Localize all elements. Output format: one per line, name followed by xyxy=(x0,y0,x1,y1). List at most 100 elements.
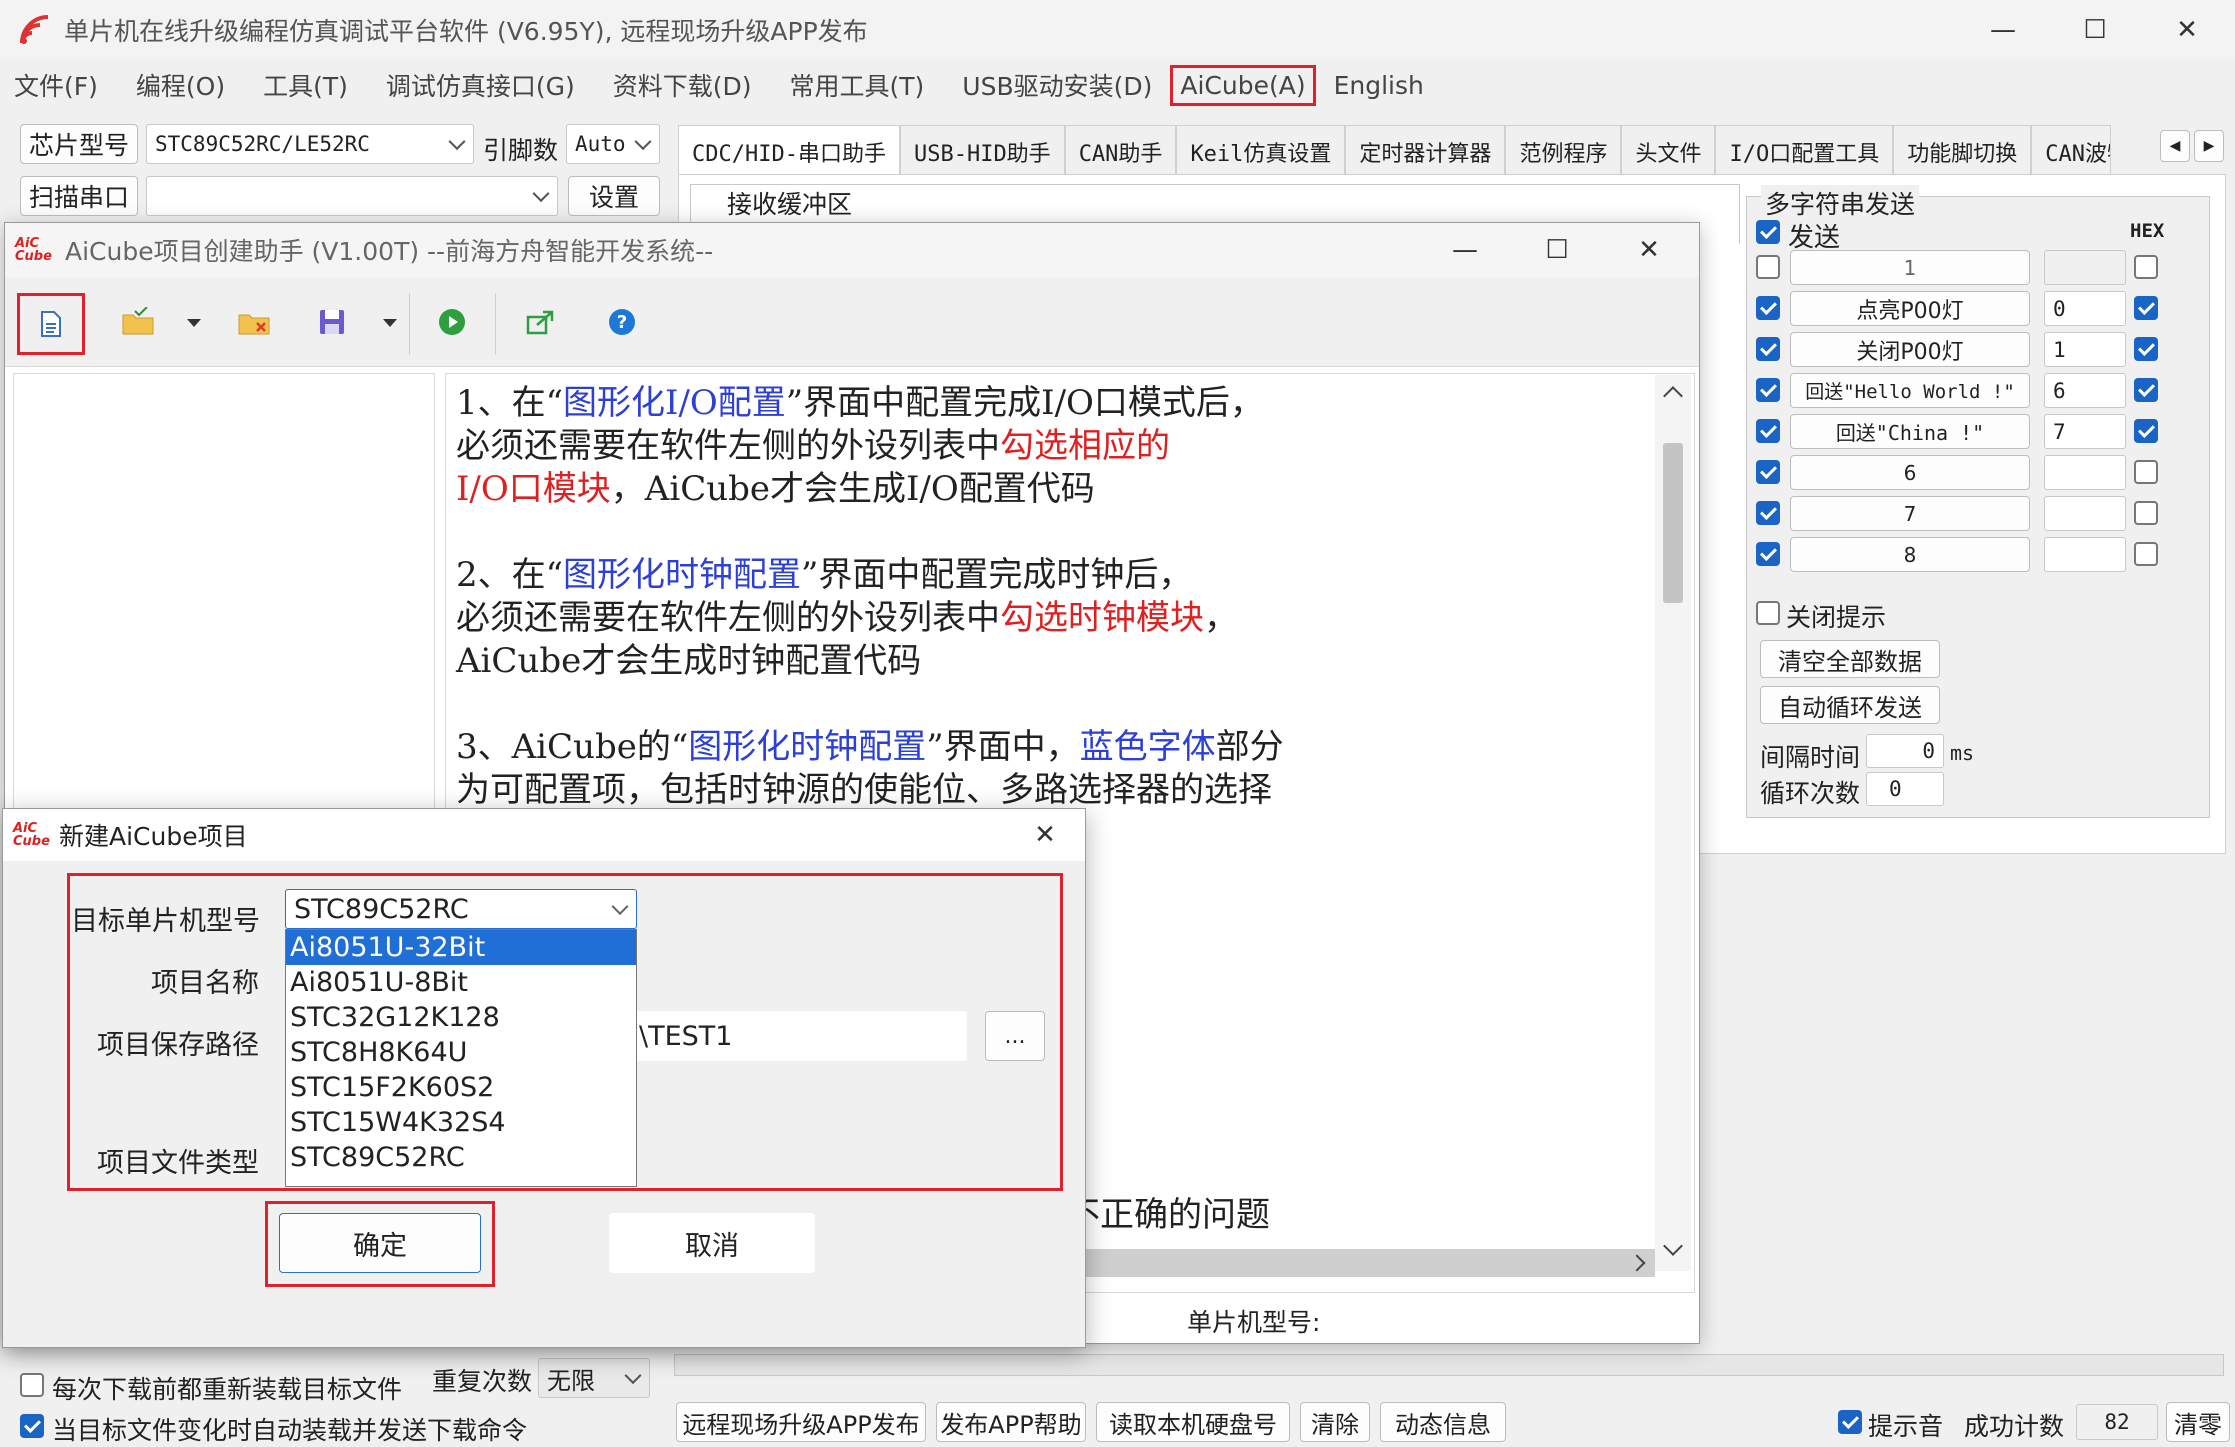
send-row-button[interactable]: 8 xyxy=(1790,537,2030,572)
row-check[interactable] xyxy=(1756,337,1780,361)
scroll-down-icon[interactable] xyxy=(1663,1236,1683,1256)
browse-button[interactable]: ... xyxy=(985,1011,1045,1061)
repeat-count-select[interactable]: 无限 xyxy=(538,1358,650,1398)
chip-select[interactable]: STC89C52RC/LE52RC xyxy=(146,124,474,164)
ok-button[interactable]: 确定 xyxy=(279,1213,481,1273)
row-hex-check[interactable] xyxy=(2134,501,2158,525)
port-select[interactable] xyxy=(146,176,558,216)
row-check[interactable] xyxy=(1756,378,1780,402)
send-row-button[interactable]: 1 xyxy=(1790,250,2030,285)
menu-file[interactable]: 文件(F) xyxy=(0,67,112,103)
send-all-checkbox[interactable] xyxy=(1756,220,1780,244)
new-project-icon[interactable] xyxy=(17,293,85,355)
row-hex-check[interactable] xyxy=(2134,542,2158,566)
row-hex-check[interactable] xyxy=(2134,419,2158,443)
menu-english[interactable]: English xyxy=(1320,71,1438,100)
row-hex-check[interactable] xyxy=(2134,296,2158,320)
row-check[interactable] xyxy=(1756,296,1780,320)
tab-pin-switch[interactable]: 功能脚切换 xyxy=(1893,125,2032,175)
loop-count-input[interactable]: 0 xyxy=(1866,772,1944,806)
settings-button[interactable]: 设置 xyxy=(568,176,660,216)
export-icon[interactable] xyxy=(525,307,555,337)
tab-scroll-right-icon[interactable]: ▶ xyxy=(2194,130,2224,162)
tab-header[interactable]: 头文件 xyxy=(1621,125,1716,175)
row-value[interactable] xyxy=(2044,250,2126,285)
tab-timer[interactable]: 定时器计算器 xyxy=(1345,125,1506,175)
open-dropdown-icon[interactable] xyxy=(187,319,201,327)
scan-port-button[interactable]: 扫描串口 xyxy=(20,176,138,216)
row-hex-check[interactable] xyxy=(2134,255,2158,279)
tab-cdc-hid[interactable]: CDC/HID-串口助手 xyxy=(678,125,900,175)
close-hint-checkbox[interactable] xyxy=(1756,601,1780,625)
row-value[interactable]: 0 xyxy=(2044,291,2126,326)
menu-program[interactable]: 编程(O) xyxy=(122,67,239,103)
send-row-button[interactable]: 6 xyxy=(1790,455,2030,490)
run-icon[interactable] xyxy=(437,307,467,337)
reload-checkbox[interactable] xyxy=(20,1373,44,1397)
send-row-button[interactable]: 关闭P00灯 xyxy=(1790,332,2030,367)
tab-io-config[interactable]: I/O口配置工具 xyxy=(1715,125,1894,175)
row-check[interactable] xyxy=(1756,501,1780,525)
interval-input[interactable]: 0 xyxy=(1866,734,1944,768)
tab-can-baud[interactable]: CAN波特 xyxy=(2031,125,2112,175)
mcu-option[interactable]: STC32G12K128 xyxy=(286,1000,636,1035)
aicube-maximize-button[interactable]: ☐ xyxy=(1509,223,1605,277)
dynamic-info-button[interactable]: 动态信息 xyxy=(1380,1402,1506,1442)
row-hex-check[interactable] xyxy=(2134,337,2158,361)
cancel-button[interactable]: 取消 xyxy=(609,1213,815,1273)
tab-scroll-left-icon[interactable]: ◀ xyxy=(2160,130,2190,162)
remote-upgrade-button[interactable]: 远程现场升级APP发布 xyxy=(676,1402,926,1442)
mcu-option[interactable]: STC15F2K60S2 xyxy=(286,1070,636,1105)
close-button[interactable]: ✕ xyxy=(2139,0,2235,60)
row-hex-check[interactable] xyxy=(2134,460,2158,484)
beep-checkbox[interactable] xyxy=(1838,1410,1862,1434)
reset-count-button[interactable]: 清零 xyxy=(2166,1402,2230,1442)
clear-button[interactable]: 清除 xyxy=(1300,1402,1370,1442)
tab-keil[interactable]: Keil仿真设置 xyxy=(1176,125,1346,175)
auto-load-checkbox[interactable] xyxy=(20,1414,44,1438)
row-value[interactable]: 6 xyxy=(2044,373,2126,408)
mcu-option[interactable]: Ai8051U-8Bit xyxy=(286,965,636,1000)
aicube-close-button[interactable]: ✕ xyxy=(1601,223,1697,277)
row-check[interactable] xyxy=(1756,460,1780,484)
vertical-scrollbar[interactable] xyxy=(1655,375,1691,1271)
send-row-button[interactable]: 回送"Hello World !" xyxy=(1790,373,2030,408)
menu-tools[interactable]: 工具(T) xyxy=(249,67,362,103)
mcu-option[interactable]: Ai8051U-32Bit xyxy=(286,930,636,965)
row-value[interactable] xyxy=(2044,496,2126,531)
pin-count-select[interactable]: Auto xyxy=(566,124,660,164)
read-disk-button[interactable]: 读取本机硬盘号 xyxy=(1096,1402,1290,1442)
target-mcu-select[interactable]: STC89C52RC xyxy=(285,889,637,929)
clear-all-button[interactable]: 清空全部数据 xyxy=(1760,640,1940,678)
send-row-button[interactable]: 点亮P00灯 xyxy=(1790,291,2030,326)
row-value[interactable] xyxy=(2044,537,2126,572)
row-check[interactable] xyxy=(1756,255,1780,279)
menu-usb-driver[interactable]: USB驱动安装(D) xyxy=(948,67,1166,103)
close-project-icon[interactable] xyxy=(237,307,271,337)
tab-usb-hid[interactable]: USB-HID助手 xyxy=(899,125,1065,175)
minimize-button[interactable]: — xyxy=(1955,0,2051,60)
scroll-up-icon[interactable] xyxy=(1663,386,1683,406)
row-hex-check[interactable] xyxy=(2134,378,2158,402)
row-check[interactable] xyxy=(1756,419,1780,443)
row-value[interactable] xyxy=(2044,455,2126,490)
row-check[interactable] xyxy=(1756,542,1780,566)
publish-help-button[interactable]: 发布APP帮助 xyxy=(936,1402,1086,1442)
tab-examples[interactable]: 范例程序 xyxy=(1505,125,1622,175)
menu-common-tools[interactable]: 常用工具(T) xyxy=(776,67,939,103)
row-value[interactable]: 1 xyxy=(2044,332,2126,367)
auto-loop-button[interactable]: 自动循环发送 xyxy=(1760,686,1940,724)
scroll-thumb[interactable] xyxy=(1663,443,1683,603)
mcu-option[interactable]: STC8H8K64U xyxy=(286,1035,636,1070)
menu-download[interactable]: 资料下载(D) xyxy=(599,67,766,103)
menu-aicube[interactable]: AiCube(A) xyxy=(1170,64,1316,106)
row-value[interactable]: 7 xyxy=(2044,414,2126,449)
maximize-button[interactable]: ☐ xyxy=(2047,0,2143,60)
tab-can[interactable]: CAN助手 xyxy=(1064,125,1177,175)
save-icon[interactable] xyxy=(317,307,347,337)
dialog-close-button[interactable]: ✕ xyxy=(1007,809,1083,861)
send-row-button[interactable]: 7 xyxy=(1790,496,2030,531)
mcu-option[interactable]: STC89C52RC xyxy=(286,1140,636,1175)
scroll-right-icon[interactable] xyxy=(1628,1254,1646,1272)
save-dropdown-icon[interactable] xyxy=(383,319,397,327)
